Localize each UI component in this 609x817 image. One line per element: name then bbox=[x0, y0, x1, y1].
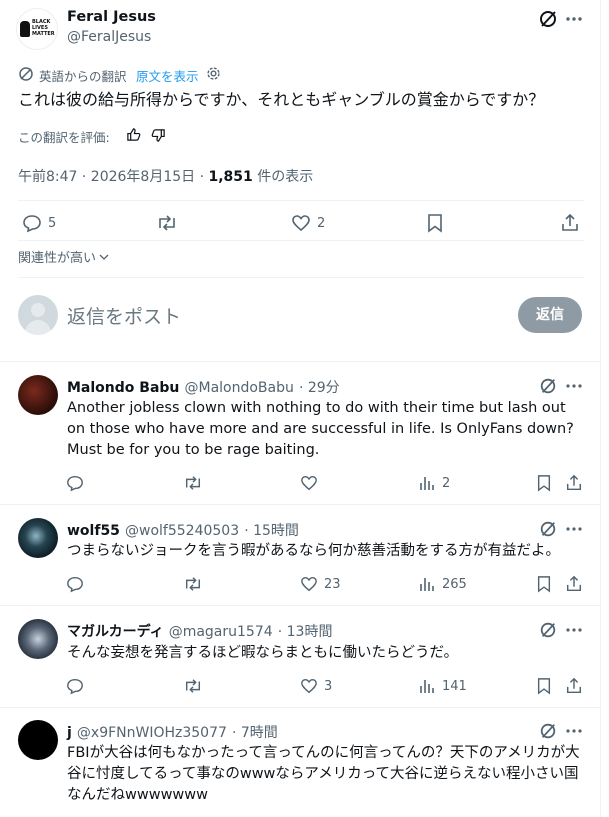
reply-text: Another jobless clown with nothing to do… bbox=[67, 400, 574, 458]
view-count: 265 bbox=[442, 576, 467, 592]
author-avatar[interactable]: BLACK LIVES MATTER bbox=[16, 8, 58, 50]
reply-button[interactable] bbox=[66, 677, 84, 695]
retweet-button[interactable] bbox=[183, 474, 203, 492]
sort-label: 関連性が高い bbox=[18, 251, 97, 266]
share-button[interactable] bbox=[565, 474, 583, 492]
reply-composer-input[interactable]: 返信をポスト bbox=[67, 302, 181, 329]
divider bbox=[18, 277, 584, 278]
like-count: 3 bbox=[324, 678, 333, 694]
view-count: 2 bbox=[442, 475, 451, 491]
reply-text: FBIが大谷は何もなかったって言ってんのに何言ってんの？天下のアメリカが大谷に忖… bbox=[67, 745, 580, 803]
share-button[interactable] bbox=[565, 575, 583, 593]
views-button[interactable]: 141 bbox=[418, 677, 467, 695]
more-icon[interactable] bbox=[565, 10, 583, 28]
reply-avatar[interactable] bbox=[18, 720, 58, 760]
reply-author-handle[interactable]: @x9FNnWIOHz35077 bbox=[77, 725, 227, 741]
author-name[interactable]: Feral Jesus bbox=[67, 9, 156, 25]
reply-author-handle[interactable]: @wolf55240503 bbox=[125, 523, 239, 539]
views-count: 1,851 bbox=[208, 169, 253, 185]
share-button[interactable] bbox=[560, 213, 580, 233]
reply-header: wolf55 @wolf55240503 · 15時間 bbox=[67, 520, 299, 540]
settings-gear-icon[interactable] bbox=[206, 66, 221, 81]
more-icon[interactable] bbox=[565, 377, 583, 395]
reply-author-name[interactable]: wolf55 bbox=[67, 523, 120, 539]
grok-icon[interactable] bbox=[539, 621, 557, 639]
translate-icon bbox=[18, 66, 34, 82]
bookmark-button[interactable] bbox=[426, 213, 444, 233]
reply-time[interactable]: · 29分 bbox=[299, 380, 340, 396]
views-button[interactable]: 265 bbox=[418, 575, 467, 593]
author-handle[interactable]: @FeralJesus bbox=[67, 29, 151, 45]
reply-header: マガルカーディ @magaru1574 · 13時間 bbox=[67, 621, 332, 641]
user-avatar[interactable] bbox=[18, 295, 58, 335]
reply-author-handle[interactable]: @magaru1574 bbox=[169, 624, 273, 640]
reply-author-name[interactable]: マガルカーディ bbox=[67, 624, 164, 640]
views-button[interactable]: 2 bbox=[418, 474, 450, 492]
tweet-text: これは彼の給与所得からですか、それともギャンブルの賞金からですか？ bbox=[18, 90, 545, 109]
reply-avatar[interactable] bbox=[18, 518, 58, 558]
avatar-logo bbox=[20, 21, 30, 37]
reply-submit-button[interactable]: 返信 bbox=[518, 297, 582, 333]
like-button[interactable]: 3 bbox=[300, 677, 332, 695]
reply-button[interactable] bbox=[66, 575, 84, 593]
timeline-column: BLACK LIVES MATTER Feral Jesus @FeralJes… bbox=[0, 0, 601, 817]
like-button[interactable]: 2 bbox=[291, 213, 325, 233]
reply-text: つまらないジョークを言う暇があるなら何か慈善活動をする方が有益だよ。 bbox=[67, 543, 560, 559]
reply-author-name[interactable]: j bbox=[67, 725, 72, 741]
chevron-down-icon bbox=[99, 254, 109, 260]
avatar-logo-text: BLACK LIVES MATTER bbox=[32, 19, 55, 37]
grok-icon[interactable] bbox=[539, 377, 557, 395]
show-original-link[interactable]: 原文を表示 bbox=[136, 66, 199, 85]
retweet-button[interactable] bbox=[183, 677, 203, 695]
more-icon[interactable] bbox=[565, 722, 583, 740]
grok-icon[interactable] bbox=[539, 520, 557, 538]
translation-label: 英語からの翻訳 bbox=[39, 69, 127, 84]
more-icon[interactable] bbox=[565, 621, 583, 639]
bookmark-button[interactable] bbox=[536, 677, 552, 695]
view-count: 141 bbox=[442, 678, 467, 694]
thumbs-down-icon[interactable] bbox=[151, 128, 166, 143]
like-count: 2 bbox=[317, 215, 326, 231]
more-icon[interactable] bbox=[565, 520, 583, 538]
sort-dropdown[interactable]: 関連性が高い bbox=[18, 247, 110, 266]
reply-avatar[interactable] bbox=[18, 619, 58, 659]
bookmark-button[interactable] bbox=[536, 474, 552, 492]
reply-time[interactable]: · 15時間 bbox=[244, 523, 299, 539]
retweet-button[interactable] bbox=[183, 575, 203, 593]
tweet-timestamp[interactable]: 午前8:47 · 2026年8月15日 · bbox=[18, 169, 209, 185]
reply-time[interactable]: · 13時間 bbox=[278, 624, 333, 640]
like-count: 23 bbox=[324, 576, 341, 592]
divider bbox=[0, 707, 601, 708]
reply-header: Malondo Babu @MalondoBabu · 29分 bbox=[67, 377, 340, 397]
like-button[interactable]: 23 bbox=[300, 575, 341, 593]
grok-icon[interactable] bbox=[539, 722, 557, 740]
reply-avatar[interactable] bbox=[18, 375, 58, 415]
divider bbox=[0, 605, 601, 606]
divider bbox=[18, 240, 584, 241]
tweet-meta: 午前8:47 · 2026年8月15日 · 1,851 件の表示 bbox=[18, 166, 313, 186]
divider bbox=[0, 361, 601, 362]
bookmark-button[interactable] bbox=[536, 575, 552, 593]
divider bbox=[18, 200, 584, 201]
reply-button[interactable]: 5 bbox=[22, 213, 56, 233]
reply-author-name[interactable]: Malondo Babu bbox=[67, 380, 179, 396]
like-button[interactable] bbox=[300, 474, 324, 492]
reply-time[interactable]: · 7時間 bbox=[232, 725, 278, 741]
reply-count: 5 bbox=[48, 215, 57, 231]
divider bbox=[0, 504, 601, 505]
grok-icon[interactable] bbox=[538, 9, 558, 29]
reply-header: j @x9FNnWIOHz35077 · 7時間 bbox=[67, 722, 278, 742]
reply-button[interactable] bbox=[66, 474, 84, 492]
rate-translation-label: この翻訳を評価: bbox=[18, 130, 110, 145]
reply-author-handle[interactable]: @MalondoBabu bbox=[184, 380, 293, 396]
thumbs-up-icon[interactable] bbox=[126, 127, 141, 142]
retweet-button[interactable] bbox=[156, 213, 178, 233]
share-button[interactable] bbox=[565, 677, 583, 695]
views-label: 件の表示 bbox=[252, 169, 314, 185]
reply-text: そんな妄想を発言するほど暇ならまともに働いたらどうだ。 bbox=[67, 645, 459, 661]
